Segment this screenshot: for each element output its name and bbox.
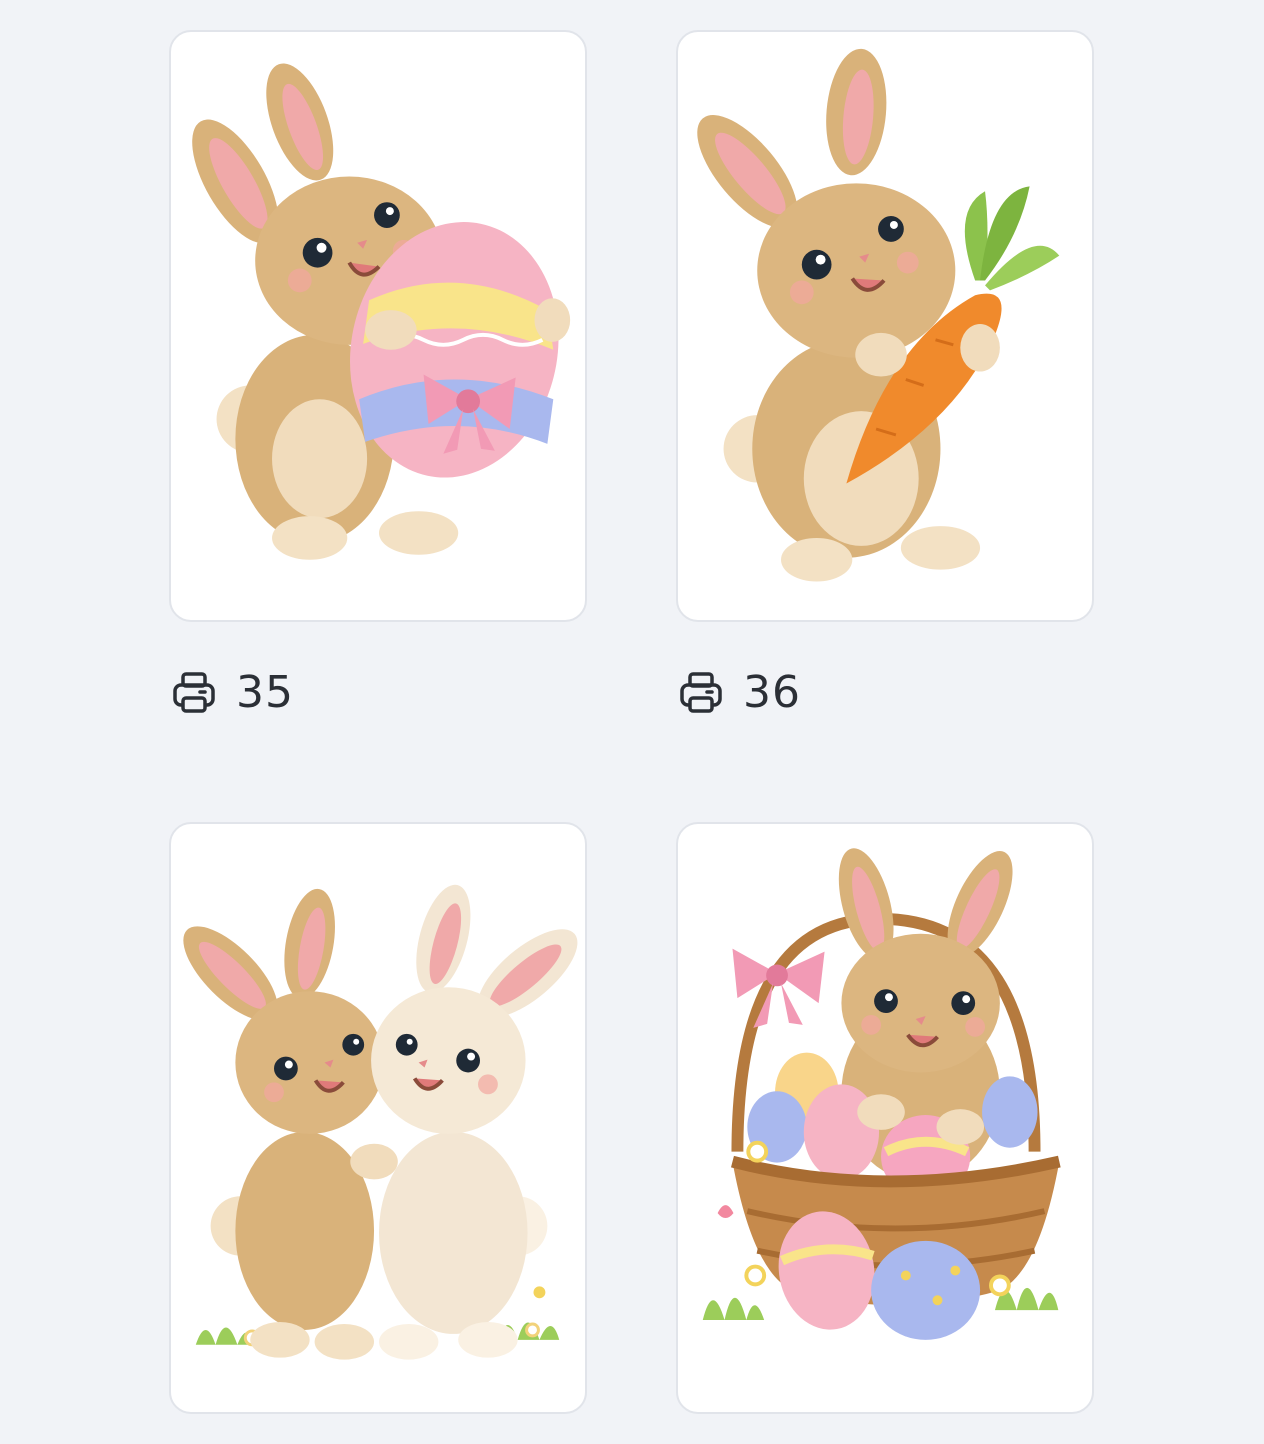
printer-icon[interactable]	[679, 670, 723, 714]
coloring-card-bunny-carrot[interactable]	[676, 30, 1094, 622]
print-count: 35	[236, 666, 294, 718]
two-bunnies-illustration	[183, 884, 578, 1360]
bunny-egg-illustration	[192, 63, 571, 560]
coloring-card-two-bunnies[interactable]	[169, 822, 587, 1414]
bunny-basket-illustration	[702, 848, 1061, 1340]
coloring-card-bunny-basket[interactable]	[676, 822, 1094, 1414]
print-count-row: 35	[172, 662, 294, 722]
printer-icon[interactable]	[172, 670, 216, 714]
bunny-carrot-illustration	[697, 48, 1060, 582]
print-count: 36	[743, 666, 801, 718]
coloring-card-bunny-egg[interactable]	[169, 30, 587, 622]
print-count-row: 36	[679, 662, 801, 722]
